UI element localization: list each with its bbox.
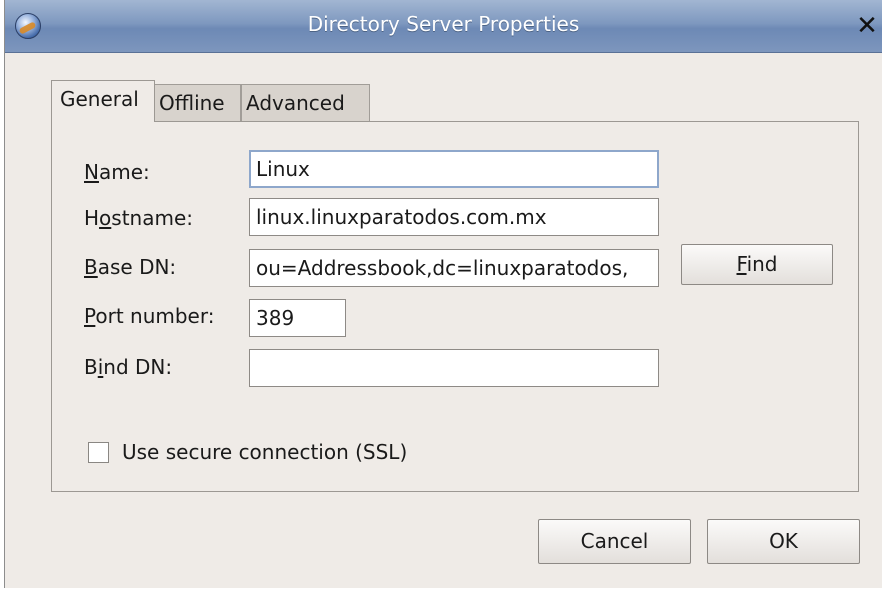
tab-offline[interactable]: Offline [154, 84, 241, 121]
ok-button[interactable]: OK [707, 519, 860, 564]
ssl-checkbox[interactable] [88, 442, 109, 463]
tab-label: Offline [159, 91, 225, 115]
cancel-button[interactable]: Cancel [538, 519, 691, 564]
ssl-checkbox-label[interactable]: Use secure connection (SSL) [122, 440, 407, 464]
name-field[interactable]: Linux [249, 150, 659, 188]
port-number-field[interactable]: 389 [249, 299, 346, 337]
bind-dn-label: Bind DN: [84, 355, 173, 379]
port-number-label: Port number: [84, 304, 215, 328]
hostname-label: Hostname: [84, 206, 194, 230]
dialog-window: Directory Server Properties ✕ General Of… [4, 0, 882, 588]
tab-advanced[interactable]: Advanced [241, 84, 370, 121]
bind-dn-field[interactable] [249, 349, 659, 387]
title-bar[interactable]: Directory Server Properties ✕ [5, 0, 882, 53]
name-label: Name: [84, 160, 150, 184]
tab-label: Advanced [246, 91, 345, 115]
tab-label: General [60, 87, 139, 111]
close-icon[interactable]: ✕ [852, 13, 882, 39]
find-button[interactable]: Find [681, 244, 833, 285]
hostname-field[interactable]: linux.linuxparatodos.com.mx [249, 198, 659, 236]
base-dn-label: Base DN: [84, 255, 177, 279]
base-dn-field[interactable]: ou=Addressbook,dc=linuxparatodos, [249, 249, 659, 287]
tab-general[interactable]: General [51, 80, 155, 122]
general-tab-panel: Name: Linux Hostname: linux.linuxparatod… [51, 121, 859, 492]
window-title: Directory Server Properties [307, 12, 580, 36]
